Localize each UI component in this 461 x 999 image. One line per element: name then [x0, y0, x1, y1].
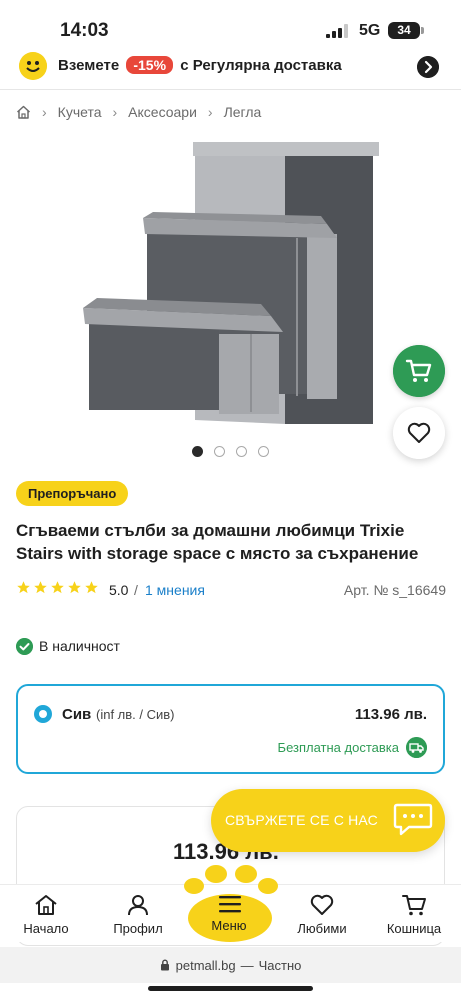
recommended-badge: Препоръчано — [16, 481, 129, 506]
gallery-dots — [192, 446, 269, 457]
wishlist-button[interactable] — [393, 407, 445, 459]
variant-meta: (inf лв. / Сив) — [96, 707, 175, 722]
star-icon — [68, 581, 81, 594]
nav-cart-label: Кошница — [386, 921, 442, 936]
gallery-dot[interactable] — [214, 446, 225, 457]
product-title: Сгъваеми стълби за домашни любимци Trixi… — [16, 521, 419, 563]
home-indicator — [148, 986, 313, 991]
nav-home-label: Начало — [23, 921, 69, 936]
url-mode: Частно — [258, 957, 302, 973]
breadcrumb-item-dogs[interactable]: Кучета — [58, 104, 102, 120]
smiley-icon — [19, 52, 47, 80]
nav-cart[interactable]: Кошница — [374, 893, 454, 936]
rating-row: 5.0 / 1 мнения Арт. № s_16649 — [16, 580, 446, 600]
breadcrumb: › Кучета › Аксесоари › Легла — [16, 102, 261, 122]
nav-home[interactable]: Начало — [6, 893, 86, 936]
star-icon — [85, 581, 98, 594]
home-icon[interactable] — [16, 105, 31, 119]
stock-label: В наличност — [39, 638, 120, 654]
status-bar: 14:03 5G 34 — [0, 0, 461, 48]
star-icon — [51, 581, 64, 594]
nav-profile[interactable]: Профил — [98, 893, 178, 936]
status-time: 14:03 — [60, 20, 109, 41]
battery-tip — [421, 27, 424, 34]
signal-icon — [326, 24, 348, 38]
nav-menu-label[interactable]: Меню — [189, 918, 269, 933]
star-icon — [17, 581, 30, 594]
reviews-link[interactable]: 1 мнения — [145, 582, 205, 598]
chat-icon — [393, 803, 433, 836]
variant-price: 113.96 лв. — [354, 706, 427, 723]
gallery-dot[interactable] — [258, 446, 269, 457]
variant-option[interactable]: Сив (inf лв. / Сив) 113.96 лв. Безплатна… — [16, 684, 445, 774]
nav-favorites[interactable]: Любими — [282, 893, 362, 936]
stock-status: В наличност — [16, 636, 120, 656]
gallery-dot[interactable] — [192, 446, 203, 457]
url-separator: — — [240, 957, 254, 973]
breadcrumb-item-beds[interactable]: Легла — [224, 104, 262, 120]
product-sku: Арт. № s_16649 — [343, 582, 446, 598]
contact-us-label: СВЪРЖЕТЕ СЕ С НАС — [225, 812, 378, 828]
nav-profile-label: Профил — [113, 921, 163, 936]
rating-stars — [16, 580, 99, 595]
url-domain: petmall.bg — [175, 957, 236, 973]
battery-icon: 34 — [388, 22, 420, 39]
star-icon — [34, 581, 47, 594]
breadcrumb-item-accessories[interactable]: Аксесоари — [128, 104, 197, 120]
breadcrumb-separator: › — [112, 104, 118, 120]
product-image[interactable] — [75, 134, 385, 434]
promo-before: Вземете — [58, 57, 120, 74]
chevron-right-icon[interactable] — [417, 56, 439, 78]
promo-discount-badge: -15% — [126, 56, 174, 74]
user-icon — [128, 895, 148, 916]
promo-after: с Регулярна доставка — [180, 57, 342, 74]
variant-name: Сив — [62, 706, 92, 723]
check-circle-icon — [16, 637, 33, 655]
breadcrumb-separator: › — [42, 104, 47, 120]
truck-icon — [406, 737, 427, 758]
lock-icon — [160, 959, 169, 971]
browser-url-bar[interactable]: petmall.bg — Частно — [0, 947, 461, 983]
gallery-dot[interactable] — [236, 446, 247, 457]
rating-value: 5.0 — [109, 582, 129, 598]
network-label: 5G — [359, 22, 381, 39]
breadcrumb-separator: › — [207, 104, 213, 120]
promo-banner[interactable]: Вземете -15% с Регулярна доставка — [0, 50, 461, 90]
home-icon — [35, 895, 57, 915]
contact-us-button[interactable]: СВЪРЖЕТЕ СЕ С НАС — [211, 789, 445, 852]
variant-radio[interactable] — [34, 705, 52, 723]
heart-icon — [310, 894, 334, 915]
menu-icon — [219, 896, 241, 913]
free-shipping-label: Безплатна доставка — [277, 740, 399, 755]
promo-text: Вземете -15% с Регулярна доставка — [58, 56, 342, 74]
nav-favorites-label: Любими — [297, 921, 347, 936]
rating-separator: / — [134, 582, 138, 598]
cart-icon — [402, 895, 426, 916]
add-to-cart-button[interactable] — [393, 345, 445, 397]
